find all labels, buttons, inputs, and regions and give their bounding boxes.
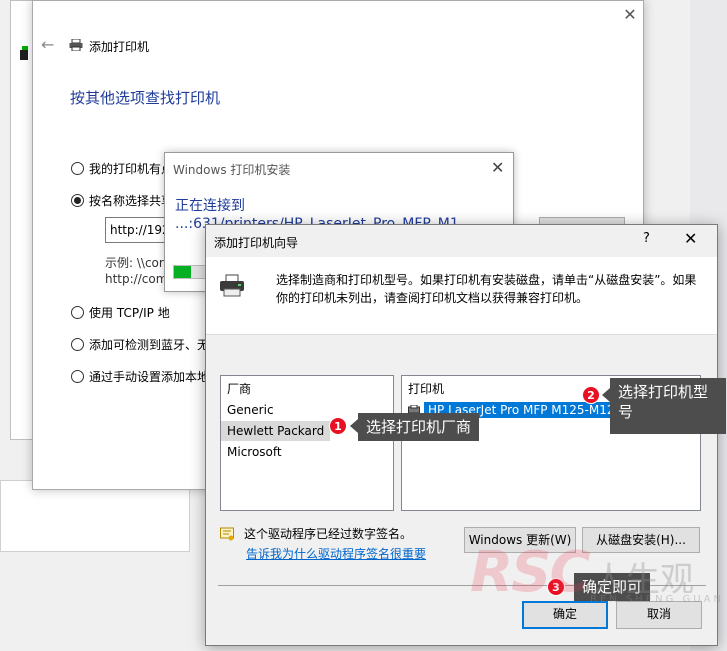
back-arrow-icon[interactable]: ←	[41, 35, 54, 54]
background-panel	[0, 480, 190, 552]
signing-info-link[interactable]: 告诉我为什么驱动程序签名很重要	[246, 545, 426, 562]
help-button[interactable]: ?	[643, 231, 650, 246]
example-text-2: http://com	[105, 272, 168, 286]
connecting-label: 正在连接到	[175, 198, 245, 214]
callout-arrow	[350, 419, 358, 433]
callout-step-2: 选择打印机型 号	[610, 378, 726, 434]
radio-option-1[interactable]	[71, 162, 84, 175]
list-item-selected[interactable]: Hewlett Packard	[221, 421, 331, 441]
printer-header: 打印机	[408, 382, 445, 396]
example-text-1: 示例: \\cor	[105, 256, 164, 270]
signed-status-text: 这个驱动程序已经过数字签名。	[244, 527, 413, 541]
cancel-button[interactable]: 取消	[616, 601, 702, 629]
manufacturer-list[interactable]: 厂商 Generic Hewlett Packard Microsoft	[220, 375, 394, 511]
certificate-icon	[220, 527, 234, 541]
option-label-4: 添加可检测到蓝牙、无	[89, 338, 210, 352]
option-label-2: 按名称选择共享	[89, 194, 174, 208]
ok-button[interactable]: 确定	[522, 601, 608, 629]
dialog-title: 添加打印机向导	[214, 236, 299, 250]
list-item[interactable]: Microsoft	[221, 442, 288, 462]
close-icon[interactable]: ✕	[684, 229, 697, 248]
printer-icon	[220, 274, 244, 297]
radio-option-5[interactable]	[71, 370, 84, 383]
watermark-logo: RSC	[470, 540, 591, 605]
window-title: 添加打印机	[89, 40, 150, 54]
page-heading: 按其他选项查找打印机	[70, 89, 221, 107]
radio-option-3[interactable]	[71, 306, 84, 319]
callout-step-2-line2: 号	[618, 403, 634, 421]
background-window-icon	[20, 50, 28, 60]
option-label-3: 使用 TCP/IP 地	[89, 306, 170, 320]
list-item[interactable]: Generic	[221, 400, 280, 420]
radio-option-2[interactable]	[71, 194, 84, 207]
callout-step-2-line1: 选择打印机型	[618, 383, 709, 401]
radio-option-4[interactable]	[71, 338, 84, 351]
wizard-description: 选择制造商和打印机型号。如果打印机有安装磁盘，请单击“从磁盘安装”。如果你的打印…	[276, 273, 697, 305]
printer-icon	[69, 39, 83, 51]
manufacturer-header: 厂商	[227, 382, 252, 396]
close-icon[interactable]: ✕	[623, 7, 637, 23]
background-window-icon-accent	[22, 46, 28, 50]
watermark-subtext: REN SHENG GUAN	[590, 594, 724, 605]
option-label-1: 我的打印机有点	[89, 162, 174, 176]
option-label-5: 通过手动设置添加本地	[89, 370, 210, 384]
callout-arrow	[602, 388, 610, 402]
callout-step-1: 选择打印机厂商	[358, 413, 480, 441]
dialog-title: Windows 打印机安装	[173, 163, 291, 177]
step-badge-2: 2	[582, 386, 600, 404]
step-badge-1: 1	[329, 417, 347, 435]
progress-fill	[174, 266, 191, 278]
have-disk-button[interactable]: 从磁盘安装(H)...	[582, 527, 700, 553]
close-icon[interactable]: ✕	[491, 158, 504, 177]
